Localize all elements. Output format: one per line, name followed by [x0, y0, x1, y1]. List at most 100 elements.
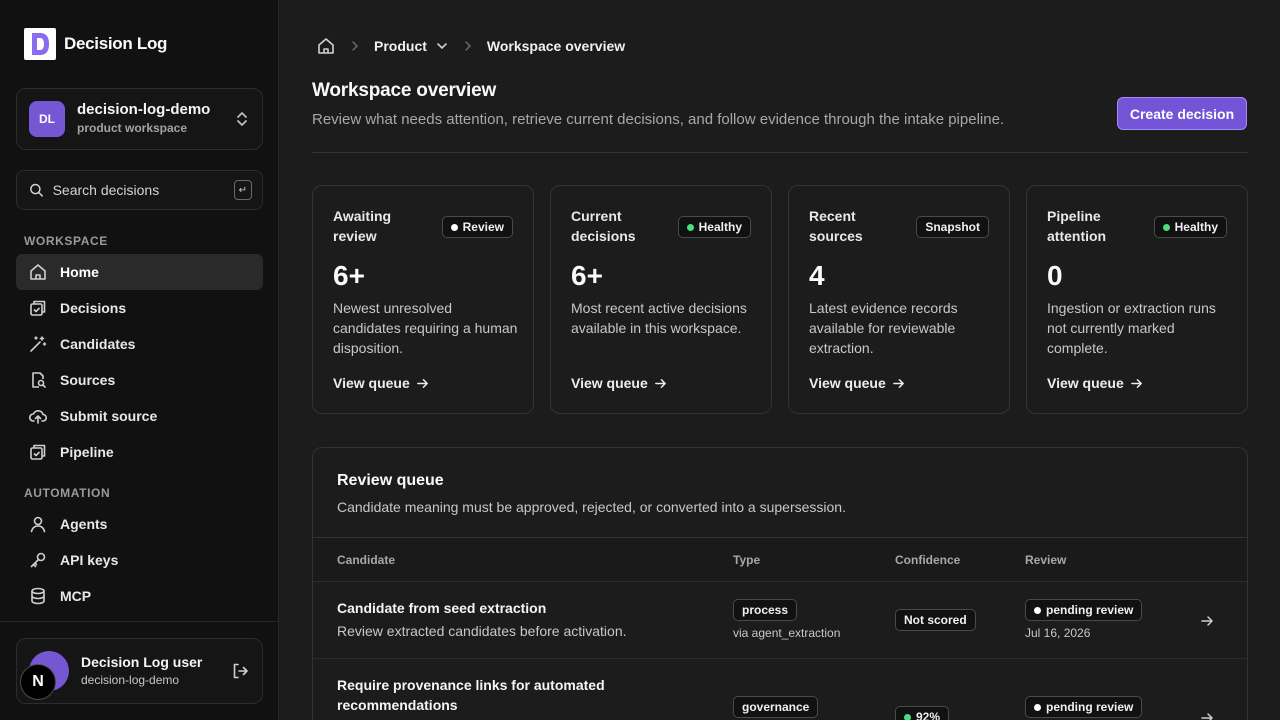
review-status-badge: pending review [1025, 599, 1143, 621]
type-badge: governance [733, 696, 819, 718]
sidebar-item-agents[interactable]: Agents [16, 506, 263, 542]
stat-value: 6+ [333, 260, 365, 291]
stat-card-recent-sources: Recent sources Snapshot 4 Latest evidenc… [788, 185, 1010, 414]
chevron-right-icon [352, 41, 359, 51]
sidebar-item-candidates[interactable]: Candidates [16, 326, 263, 362]
table-header: Candidate Type Confidence Review [313, 537, 1247, 582]
workspace-avatar: DL [29, 101, 65, 137]
confidence-badge: Not scored [895, 609, 976, 631]
stat-value: 6+ [571, 260, 603, 291]
sidebar-item-submit-source[interactable]: Submit source [16, 398, 263, 434]
sidebar: Decision Log DL decision-log-demo produc… [0, 0, 279, 720]
status-dot [1034, 703, 1041, 711]
home-icon [30, 264, 46, 280]
stat-title: Recent sources [809, 208, 863, 244]
status-dot [1162, 223, 1170, 231]
link-label: View queue [571, 375, 648, 391]
enter-key-hint: ↵ [233, 180, 252, 200]
stat-card-awaiting-review: Awaiting review Review 6+ Newest unresol… [312, 185, 534, 414]
arrow-right-icon[interactable] [1200, 614, 1214, 628]
candidate-title[interactable]: Require provenance links for automated r… [337, 675, 637, 715]
confidence-dot [904, 713, 911, 720]
sidebar-item-api-keys[interactable]: API keys [16, 542, 263, 578]
arrow-right-icon [654, 378, 666, 388]
workspace-switcher[interactable]: DL decision-log-demo product workspace [16, 88, 263, 150]
breadcrumb-section[interactable]: Product [374, 38, 427, 54]
confidence-label: 92% [916, 710, 941, 720]
view-queue-link[interactable]: View queue [571, 375, 667, 391]
table-row[interactable]: Require provenance links for automated r… [313, 659, 1247, 720]
search-icon [30, 183, 43, 197]
pipeline-icon [30, 444, 46, 460]
sidebar-item-label: Submit source [60, 408, 158, 424]
review-date: Jul 16, 2026 [1025, 626, 1091, 640]
create-decision-button[interactable]: Create decision [1117, 97, 1247, 130]
app-name: Decision Log [64, 34, 168, 53]
sidebar-item-sources[interactable]: Sources [16, 362, 263, 398]
source-via: via agent_extraction [733, 626, 841, 640]
sidebar-item-pipeline[interactable]: Pipeline [16, 434, 263, 470]
stat-card-current-decisions: Current decisions Healthy 6+ Most recent… [550, 185, 772, 414]
wand-icon [30, 336, 47, 352]
logout-icon[interactable] [230, 661, 250, 681]
sidebar-item-decisions[interactable]: Decisions [16, 290, 263, 326]
review-status-label: pending review [1046, 603, 1134, 617]
link-label: View queue [1047, 375, 1124, 391]
workspace-nav: Home Decisions Candidates Sources Submit… [16, 254, 263, 470]
main-content: Product Workspace overview Workspace ove… [280, 0, 1280, 720]
dev-tools-badge[interactable]: N [20, 664, 56, 700]
breadcrumb-current: Workspace overview [486, 38, 626, 54]
sidebar-item-label: Pipeline [60, 444, 114, 460]
chevron-down-icon[interactable] [435, 39, 449, 53]
stat-description: Most recent active decisions available i… [571, 300, 747, 336]
user-workspace: decision-log-demo [81, 673, 180, 687]
stat-card-pipeline-attention: Pipeline attention Healthy 0 Ingestion o… [1026, 185, 1248, 414]
candidate-title[interactable]: Candidate from seed extraction [337, 598, 637, 618]
stat-description: Newest unresolved candidates requiring a… [333, 300, 518, 356]
table-row[interactable]: Candidate from seed extraction Review ex… [313, 582, 1247, 659]
sidebar-item-mcp[interactable]: MCP [16, 578, 263, 614]
candidate-description: Review extracted candidates before activ… [337, 623, 627, 639]
chevron-right-icon [465, 41, 471, 51]
sidebar-item-label: Decisions [60, 300, 127, 316]
chevrons-up-down-icon [237, 112, 247, 126]
breadcrumb: Product Workspace overview [316, 36, 625, 56]
stat-value: 4 [809, 260, 825, 291]
type-label: process [742, 603, 789, 617]
brand[interactable]: Decision Log [24, 28, 167, 60]
home-icon[interactable] [316, 36, 336, 56]
sidebar-divider [0, 621, 279, 622]
view-queue-link[interactable]: View queue [333, 375, 429, 391]
sidebar-item-label: API keys [60, 552, 119, 568]
type-label: governance [742, 700, 810, 714]
confidence-label: Not scored [904, 613, 967, 627]
status-badge: Healthy [677, 216, 751, 238]
column-header-type: Type [733, 553, 761, 567]
arrow-right-icon [892, 378, 904, 388]
arrow-right-icon [1130, 378, 1142, 388]
search-box[interactable]: ↵ [16, 170, 263, 210]
workspace-section-label: WORKSPACE [24, 234, 108, 248]
logo-icon [24, 28, 56, 60]
search-input[interactable] [52, 182, 234, 198]
status-dot [686, 223, 694, 231]
sidebar-item-home[interactable]: Home [16, 254, 263, 290]
file-search-icon [32, 372, 46, 388]
user-icon [30, 516, 46, 533]
user-card[interactable]: Decision Log user decision-log-demo [16, 638, 263, 704]
stat-title: Current decisions [571, 208, 636, 244]
arrow-right-icon[interactable] [1200, 711, 1214, 720]
review-queue-panel: Review queue Candidate meaning must be a… [312, 447, 1248, 720]
view-queue-link[interactable]: View queue [1047, 375, 1143, 391]
type-badge: process [733, 599, 798, 621]
review-status-badge: pending review [1025, 696, 1143, 718]
column-header-candidate: Candidate [337, 553, 396, 567]
column-header-confidence: Confidence [895, 553, 961, 567]
decisions-icon [30, 300, 46, 316]
column-header-review: Review [1025, 553, 1067, 567]
automation-section-label: AUTOMATION [24, 486, 111, 500]
status-badge: Review [441, 216, 513, 238]
review-queue-description: Candidate meaning must be approved, reje… [337, 499, 846, 515]
review-status-label: pending review [1046, 700, 1134, 714]
view-queue-link[interactable]: View queue [809, 375, 905, 391]
